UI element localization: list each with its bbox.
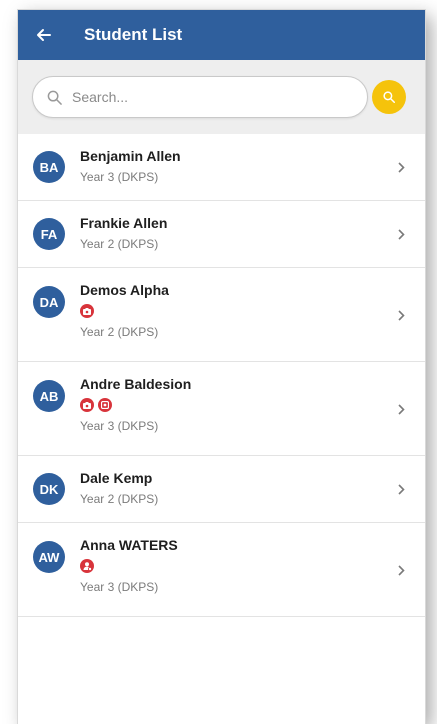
chevron-right-icon <box>398 162 405 173</box>
student-year: Year 3 (DKPS) <box>80 419 159 433</box>
student-alert-icons <box>80 559 178 573</box>
student-name: Andre Baldesion <box>80 376 192 392</box>
student-name: Dale Kemp <box>80 470 153 486</box>
search-box[interactable] <box>32 76 368 118</box>
chevron-right-icon <box>398 229 405 240</box>
student-name: Anna WATERS <box>80 537 178 553</box>
search-input[interactable] <box>70 88 334 106</box>
list-item[interactable]: AW Anna WATERS Year 3 (DKPS) <box>18 523 425 617</box>
list-item[interactable]: DK Dale Kemp Year 2 (DKPS) <box>18 456 425 523</box>
phone-frame: Student List BA Benjamin Allen Year 3 (D… <box>18 10 425 724</box>
search-icon <box>383 91 395 103</box>
student-year: Year 3 (DKPS) <box>80 580 159 594</box>
avatar: AB <box>33 380 65 412</box>
student-year: Year 2 (DKPS) <box>80 492 159 506</box>
back-arrow-icon <box>37 29 51 41</box>
chevron-right-icon <box>398 565 405 576</box>
avatar: FA <box>33 218 65 250</box>
student-name: Frankie Allen <box>80 215 168 231</box>
chevron-right-icon <box>398 484 405 495</box>
person-alert-icon[interactable] <box>80 559 94 573</box>
chevron-right-icon <box>398 310 405 321</box>
student-alert-icons <box>80 398 191 412</box>
back-button[interactable] <box>18 10 70 60</box>
student-year: Year 3 (DKPS) <box>80 170 159 184</box>
student-alert-icons <box>80 304 169 318</box>
avatar: DA <box>33 286 65 318</box>
chevron-right-icon <box>398 404 405 415</box>
student-name: Demos Alpha <box>80 282 169 298</box>
search-icon <box>47 90 62 105</box>
student-year: Year 2 (DKPS) <box>80 237 159 251</box>
medical-kit-icon[interactable] <box>80 398 94 412</box>
search-button[interactable] <box>372 80 406 114</box>
student-year: Year 2 (DKPS) <box>80 325 159 339</box>
student-name: Benjamin Allen <box>80 148 181 164</box>
avatar: BA <box>33 151 65 183</box>
page-title: Student List <box>84 25 183 44</box>
app-bar: Student List <box>18 10 425 60</box>
list-item[interactable]: BA Benjamin Allen Year 3 (DKPS) <box>18 134 425 201</box>
student-list: BA Benjamin Allen Year 3 (DKPS) FA Frank… <box>18 134 425 617</box>
search-bar <box>18 60 425 134</box>
medical-kit-icon[interactable] <box>80 304 94 318</box>
avatar: AW <box>33 541 65 573</box>
list-item[interactable]: DA Demos Alpha Year 2 (DKPS) <box>18 268 425 362</box>
alert-badge-icon[interactable] <box>98 398 112 412</box>
avatar: DK <box>33 473 65 505</box>
list-item[interactable]: FA Frankie Allen Year 2 (DKPS) <box>18 201 425 268</box>
list-item[interactable]: AB Andre Baldesion Year 3 (DKPS) <box>18 362 425 456</box>
